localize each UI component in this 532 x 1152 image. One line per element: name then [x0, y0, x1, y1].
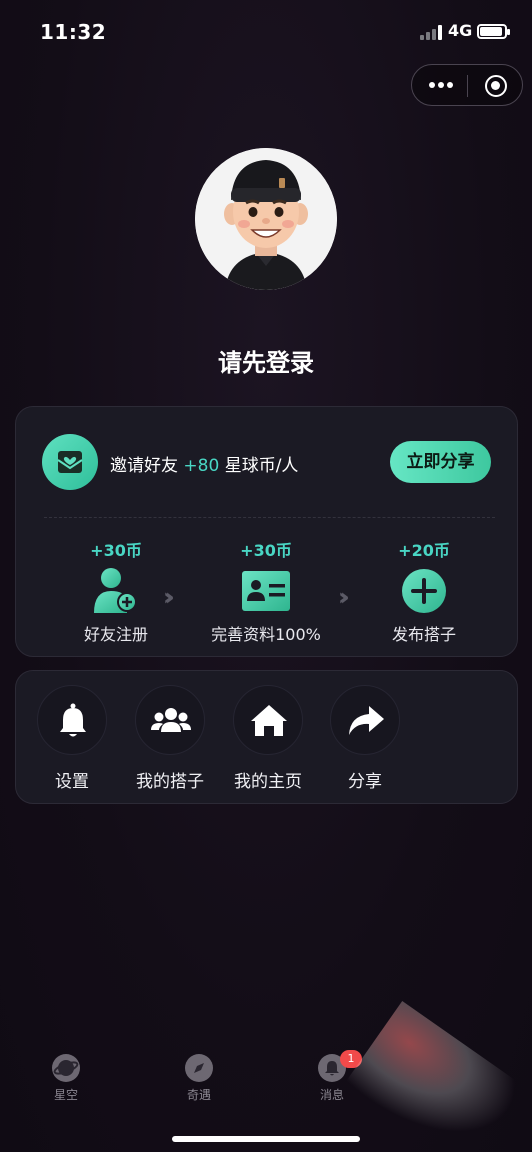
compass-icon	[185, 1054, 213, 1082]
signal-icon	[420, 24, 444, 40]
step-label: 好友注册	[83, 625, 148, 644]
step-label: 发布搭子	[391, 625, 456, 644]
battery-icon	[477, 24, 510, 39]
menu-item-settings[interactable]: 设置	[27, 685, 117, 792]
login-prompt[interactable]: 请先登录	[0, 343, 532, 378]
network-label: 4G	[448, 21, 473, 40]
invite-text: 邀请好友 +80 星球币/人	[110, 451, 298, 476]
step-coins: +20币	[398, 541, 450, 560]
bell-icon[interactable]	[37, 685, 107, 755]
tab-label: 星空	[53, 1088, 78, 1102]
home-indicator[interactable]	[172, 1136, 360, 1142]
menu-item-label: 设置	[55, 772, 89, 792]
share-now-button[interactable]: 立即分享	[390, 441, 491, 483]
step-complete-profile: +30币 完善资料100%	[196, 537, 336, 645]
tab-label: 奇遇	[186, 1088, 211, 1102]
close-target-icon[interactable]	[485, 75, 507, 97]
step-label: 完善资料100%	[211, 625, 321, 644]
screen-glare	[344, 1001, 526, 1152]
chevron-double-icon: ››	[338, 583, 349, 611]
plus-circle-icon	[399, 567, 449, 615]
dashed-divider	[44, 517, 495, 518]
chevron-double-icon: ››	[163, 583, 174, 611]
menu-item-label: 我的搭子	[136, 772, 204, 792]
status-time: 11:32	[40, 20, 107, 44]
step-post-partner: +20币 发布搭子	[354, 537, 494, 645]
menu-card: 设置 我的搭子 我的主页 分享	[15, 670, 518, 804]
menu-item-my-homepage[interactable]: 我的主页	[223, 685, 313, 792]
avatar[interactable]	[195, 148, 337, 290]
planet-icon	[52, 1054, 80, 1082]
home-icon[interactable]	[233, 685, 303, 755]
invite-card: 邀请好友 +80 星球币/人 立即分享 +30币 好友注册 ›› +30币 完善…	[15, 406, 518, 657]
status-bar: 11:32 4G	[0, 0, 532, 60]
more-icon[interactable]	[427, 76, 457, 94]
menu-item-my-partners[interactable]: 我的搭子	[125, 685, 215, 792]
invite-text-prefix: 邀请好友	[110, 456, 178, 476]
menu-item-share[interactable]: 分享	[320, 685, 410, 792]
share-arrow-icon[interactable]	[330, 685, 400, 755]
tab-encounter[interactable]: 奇遇	[159, 1054, 239, 1103]
capsule-divider	[467, 75, 468, 97]
id-card-icon	[241, 567, 291, 615]
invite-bonus: +80	[183, 456, 220, 476]
mini-program-capsule	[411, 64, 523, 106]
mail-heart-icon	[42, 434, 98, 490]
menu-item-label: 我的主页	[234, 772, 302, 792]
step-coins: +30币	[90, 541, 142, 560]
group-icon[interactable]	[135, 685, 205, 755]
invite-text-suffix: 星球币/人	[224, 456, 299, 476]
add-user-icon	[91, 567, 141, 615]
step-coins: +30币	[240, 541, 292, 560]
menu-item-label: 分享	[348, 772, 382, 792]
tab-starry-sky[interactable]: 星空	[26, 1054, 106, 1103]
